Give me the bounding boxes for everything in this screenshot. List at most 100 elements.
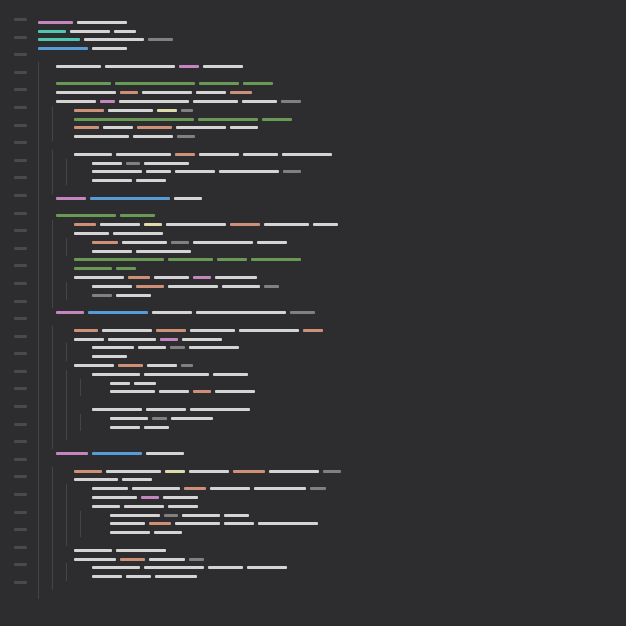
code-line[interactable] <box>38 352 626 361</box>
code-line[interactable] <box>38 238 626 247</box>
code-line[interactable] <box>38 546 626 555</box>
code-line[interactable] <box>38 115 626 124</box>
code-line[interactable] <box>38 18 626 27</box>
code-line[interactable] <box>38 80 626 89</box>
code-line[interactable] <box>38 141 626 150</box>
code-token <box>92 505 120 508</box>
code-line[interactable] <box>38 44 626 53</box>
code-token <box>193 241 253 244</box>
code-token <box>90 197 170 200</box>
code-line[interactable] <box>38 537 626 546</box>
code-line[interactable] <box>38 396 626 405</box>
code-token <box>74 258 164 261</box>
code-line[interactable] <box>38 71 626 80</box>
code-line[interactable] <box>38 581 626 590</box>
code-line[interactable] <box>38 528 626 537</box>
line-number <box>14 493 27 496</box>
code-editor[interactable] <box>0 0 626 626</box>
code-line[interactable] <box>38 150 626 159</box>
code-token <box>119 100 189 103</box>
code-line[interactable] <box>38 511 626 520</box>
code-token <box>115 82 195 85</box>
code-line[interactable] <box>38 273 626 282</box>
code-line[interactable] <box>38 212 626 221</box>
code-line[interactable] <box>38 370 626 379</box>
code-line[interactable] <box>38 229 626 238</box>
code-token <box>92 373 140 376</box>
code-token <box>74 232 109 235</box>
code-token <box>251 258 301 261</box>
code-line[interactable] <box>38 291 626 300</box>
line-number <box>14 308 27 311</box>
code-line[interactable] <box>38 493 626 502</box>
code-line[interactable] <box>38 458 626 467</box>
code-token <box>103 126 133 129</box>
code-line[interactable] <box>38 256 626 265</box>
code-line[interactable] <box>38 379 626 388</box>
code-line[interactable] <box>38 361 626 370</box>
code-line[interactable] <box>38 300 626 309</box>
line-number <box>14 405 27 408</box>
code-token <box>100 100 115 103</box>
code-line[interactable] <box>38 572 626 581</box>
line-number <box>14 467 27 470</box>
code-line[interactable] <box>38 555 626 564</box>
code-token <box>74 126 99 129</box>
code-content[interactable] <box>34 18 626 626</box>
code-line[interactable] <box>38 88 626 97</box>
code-token <box>170 346 185 349</box>
code-line[interactable] <box>38 159 626 168</box>
code-line[interactable] <box>38 475 626 484</box>
code-token <box>174 197 202 200</box>
code-line[interactable] <box>38 264 626 273</box>
code-line[interactable] <box>38 440 626 449</box>
code-token <box>144 426 169 429</box>
code-line[interactable] <box>38 423 626 432</box>
line-number <box>14 18 27 21</box>
code-line[interactable] <box>38 194 626 203</box>
code-line[interactable] <box>38 185 626 194</box>
code-line[interactable] <box>38 97 626 106</box>
code-line[interactable] <box>38 203 626 212</box>
code-token <box>110 390 155 393</box>
code-token <box>182 338 222 341</box>
code-token <box>199 153 239 156</box>
code-line[interactable] <box>38 467 626 476</box>
code-line[interactable] <box>38 124 626 133</box>
code-line[interactable] <box>38 317 626 326</box>
code-line[interactable] <box>38 502 626 511</box>
code-line[interactable] <box>38 405 626 414</box>
code-line[interactable] <box>38 387 626 396</box>
code-line[interactable] <box>38 431 626 440</box>
code-line[interactable] <box>38 484 626 493</box>
line-number <box>14 563 27 566</box>
code-line[interactable] <box>38 176 626 185</box>
code-line[interactable] <box>38 247 626 256</box>
code-line[interactable] <box>38 414 626 423</box>
code-line[interactable] <box>38 220 626 229</box>
code-line[interactable] <box>38 563 626 572</box>
code-token <box>154 531 182 534</box>
code-token <box>74 135 129 138</box>
line-number <box>14 203 27 206</box>
code-token <box>168 258 213 261</box>
code-line[interactable] <box>38 36 626 45</box>
code-line[interactable] <box>38 519 626 528</box>
code-line[interactable] <box>38 343 626 352</box>
code-line[interactable] <box>38 62 626 71</box>
code-token <box>176 126 226 129</box>
code-line[interactable] <box>38 308 626 317</box>
code-line[interactable] <box>38 590 626 599</box>
code-line[interactable] <box>38 106 626 115</box>
code-line[interactable] <box>38 326 626 335</box>
code-token <box>168 285 218 288</box>
line-number <box>14 458 27 461</box>
code-line[interactable] <box>38 168 626 177</box>
code-line[interactable] <box>38 53 626 62</box>
code-token <box>243 153 278 156</box>
code-line[interactable] <box>38 335 626 344</box>
code-line[interactable] <box>38 27 626 36</box>
code-line[interactable] <box>38 132 626 141</box>
code-line[interactable] <box>38 449 626 458</box>
code-line[interactable] <box>38 282 626 291</box>
